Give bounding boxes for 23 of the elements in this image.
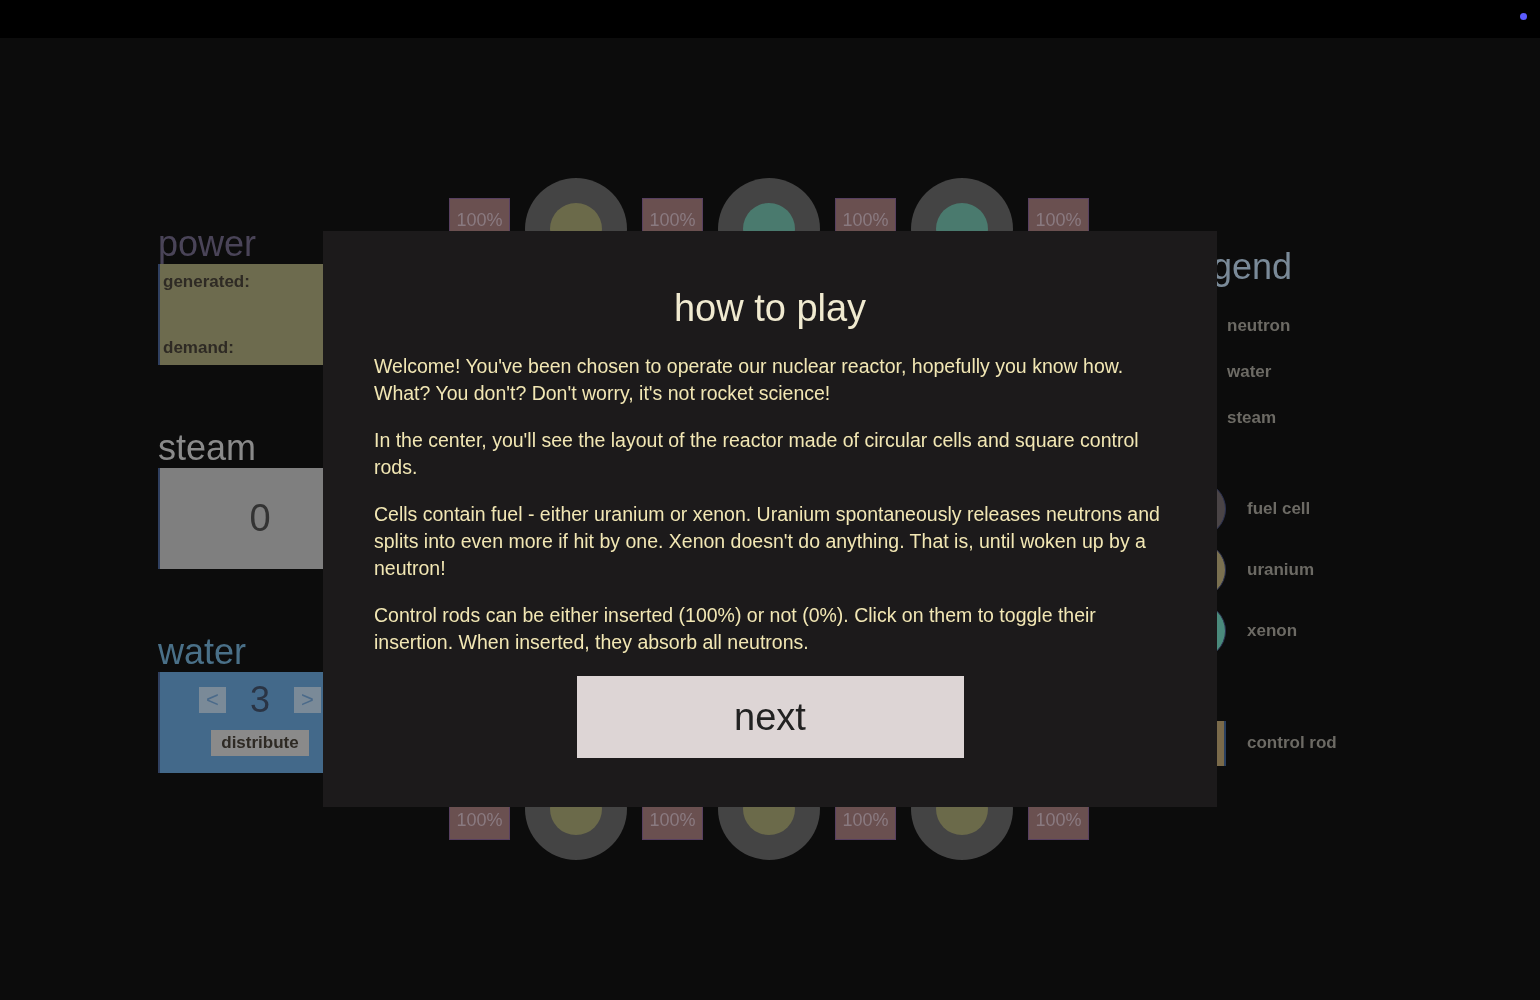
instruction-paragraph: Welcome! You've been chosen to operate our nuclear reactor, hopefully you know how. What? You don't? Don't worry, it's not rocket science! bbox=[374, 354, 1125, 406]
decrease-button[interactable]: < bbox=[199, 687, 226, 713]
instruction-paragraph: Control rods can be either inserted (100%) or not (0%). Click on them to toggle their insertion. When inserted, they absorb all neutrons. bbox=[374, 603, 1097, 655]
distribute-button[interactable]: distribute bbox=[211, 730, 309, 756]
legend-label: neutron bbox=[1227, 315, 1291, 338]
instruction-paragraph: In the center, you'll see the layout of the reactor made of circular cells and square control rods. bbox=[374, 428, 1140, 480]
panel-title: steam bbox=[158, 428, 258, 468]
next-button[interactable]: next bbox=[576, 676, 964, 758]
steam-value: 0 bbox=[249, 496, 271, 541]
dialog-title: how to play bbox=[673, 286, 867, 331]
panel-title: power bbox=[158, 224, 258, 264]
instruction-paragraph: Cells contain fuel - either uranium or xenon. Uranium spontaneously releases neutrons and splits into even more if hit by one. Xenon doesn't do anything. That is, until woken up by a neutron! bbox=[374, 502, 1161, 581]
power-label: demand: bbox=[163, 336, 235, 359]
legend-label: control rod bbox=[1247, 732, 1337, 755]
increase-button[interactable]: > bbox=[294, 687, 321, 713]
legend-label: xenon bbox=[1247, 619, 1298, 642]
power-label: generated: bbox=[163, 271, 251, 293]
water-value: 3 bbox=[250, 682, 270, 718]
legend-label: uranium bbox=[1247, 558, 1315, 581]
legend-label: fuel cell bbox=[1247, 497, 1311, 520]
legend-label: water bbox=[1227, 361, 1272, 384]
legend-label: steam bbox=[1227, 407, 1277, 430]
panel-title: water bbox=[158, 632, 248, 672]
